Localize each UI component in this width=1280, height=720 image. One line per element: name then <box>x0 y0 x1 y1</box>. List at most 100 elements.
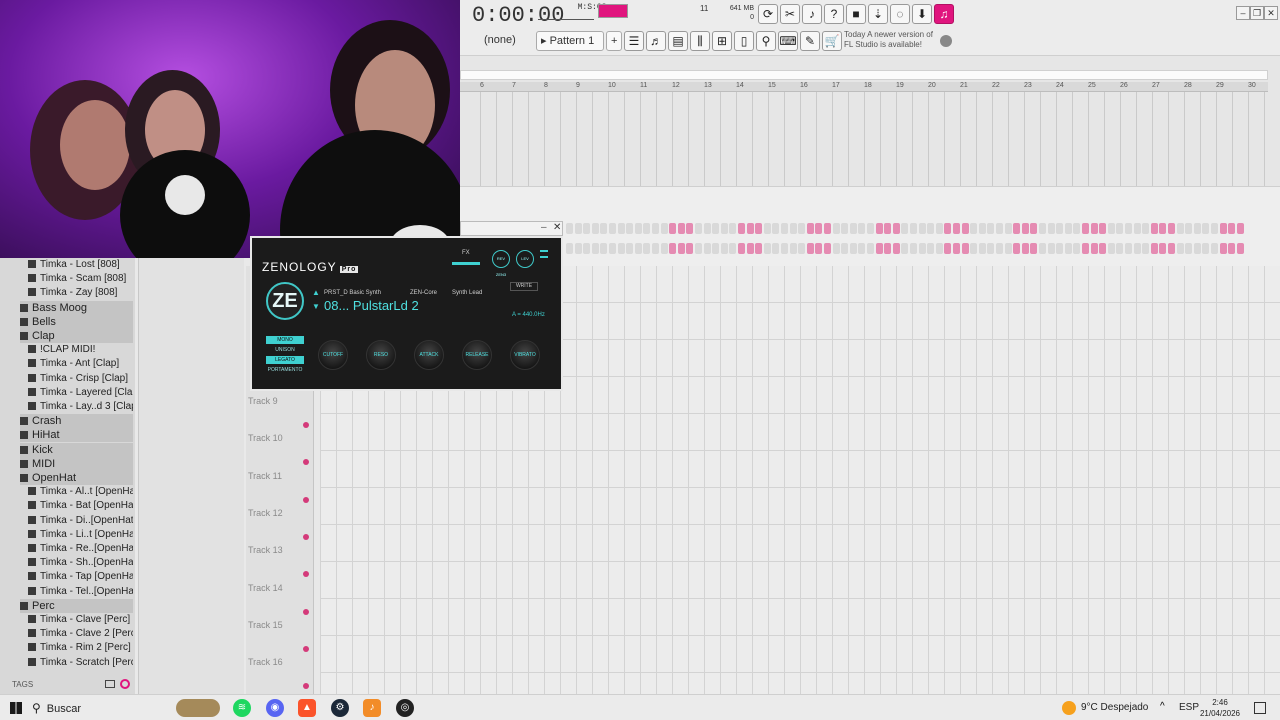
step-button[interactable] <box>772 243 780 254</box>
voice-mode-mono-button[interactable]: MONO <box>266 336 304 344</box>
step-button[interactable] <box>918 223 926 234</box>
step-button[interactable] <box>858 243 866 254</box>
step-button[interactable] <box>1056 223 1064 234</box>
discord-icon[interactable]: ◉ <box>266 699 284 717</box>
menu-icon[interactable] <box>540 250 548 258</box>
browser-file[interactable]: Timka - Tap [OpenHat] <box>28 570 133 584</box>
channel-selector[interactable]: (none) <box>480 31 520 51</box>
chat-icon[interactable]: ◌ <box>890 4 910 24</box>
track-mute-dot[interactable] <box>303 496 309 503</box>
add-pattern-button[interactable]: + <box>606 31 623 51</box>
step-button[interactable] <box>609 243 616 254</box>
step-button[interactable] <box>901 223 909 234</box>
step-button[interactable] <box>824 243 831 254</box>
step-button[interactable] <box>824 223 831 234</box>
step-button[interactable] <box>867 223 874 234</box>
step-button[interactable] <box>1236 243 1244 254</box>
news-panel[interactable]: Today A newer version of FL Studio is av… <box>844 30 954 50</box>
step-button[interactable] <box>686 223 694 234</box>
step-button[interactable] <box>755 223 763 234</box>
step-button[interactable] <box>729 243 737 254</box>
step-button[interactable] <box>583 243 591 254</box>
browser-folder[interactable]: Kick <box>20 442 133 457</box>
browser-file[interactable]: Timka - Re..[OpenHat] <box>28 542 133 556</box>
patch-display[interactable]: 08... PulstarLd 2 <box>324 298 419 313</box>
step-button[interactable] <box>600 243 608 254</box>
step-button[interactable] <box>910 243 917 254</box>
step-button[interactable] <box>720 223 728 234</box>
track-mute-dot[interactable] <box>303 683 309 690</box>
step-button[interactable] <box>574 223 582 234</box>
step-button[interactable] <box>953 243 960 254</box>
step-button[interactable] <box>566 223 573 234</box>
browser-file[interactable]: Timka - Lost [808] <box>28 258 133 272</box>
browser-file[interactable]: Timka - Di..[OpenHat] <box>28 514 133 528</box>
step-button[interactable] <box>686 243 694 254</box>
step-button[interactable] <box>1030 223 1038 234</box>
piano-roll-icon[interactable]: ♬ <box>646 31 666 51</box>
step-button[interactable] <box>1185 243 1193 254</box>
step-button[interactable] <box>660 243 668 254</box>
steam-icon[interactable]: ⚙ <box>331 699 349 717</box>
step-button[interactable] <box>1107 243 1115 254</box>
obs-icon[interactable]: ◎ <box>396 699 414 717</box>
step-button[interactable] <box>677 243 685 254</box>
master-volume-meter[interactable] <box>598 4 628 18</box>
playlist-icon[interactable]: ☰ <box>624 31 644 51</box>
step-button[interactable] <box>1185 223 1193 234</box>
browser-folder[interactable]: Perc <box>20 598 133 613</box>
step-button[interactable] <box>1142 243 1150 254</box>
step-button[interactable] <box>746 223 754 234</box>
step-button[interactable] <box>634 243 642 254</box>
browser-file[interactable]: Timka - Ant [Clap] <box>28 357 133 371</box>
step-button[interactable] <box>815 243 823 254</box>
step-button[interactable] <box>617 223 625 234</box>
step-button[interactable] <box>1168 223 1175 234</box>
step-button[interactable] <box>944 223 952 234</box>
step-button[interactable] <box>1039 243 1046 254</box>
step-button[interactable] <box>1125 223 1132 234</box>
fl-studio-taskbar-icon[interactable]: ♪ <box>363 699 381 717</box>
step-button[interactable] <box>798 243 806 254</box>
notification-icon[interactable] <box>1254 702 1266 714</box>
tray-clock[interactable]: 2:46 21/04/2026 <box>1198 697 1242 719</box>
step-button[interactable] <box>1090 223 1098 234</box>
step-button[interactable] <box>695 223 702 234</box>
fx-slider[interactable] <box>452 262 480 265</box>
step-button[interactable] <box>1168 243 1175 254</box>
language-indicator[interactable]: ESP <box>1179 695 1199 720</box>
step-button[interactable] <box>841 243 849 254</box>
browser-folder[interactable]: OpenHat <box>20 471 133 485</box>
mixer-icon[interactable]: ⫼ <box>690 31 710 51</box>
step-button[interactable] <box>1073 243 1081 254</box>
step-button[interactable] <box>1159 243 1167 254</box>
step-button[interactable] <box>1030 243 1038 254</box>
step-button[interactable] <box>935 223 943 234</box>
patch-up-arrow[interactable]: ▲ <box>312 288 320 297</box>
step-button[interactable] <box>1176 223 1184 234</box>
step-button[interactable] <box>996 243 1003 254</box>
export-icon[interactable]: ⇣ <box>868 4 888 24</box>
step-button[interactable] <box>1021 243 1029 254</box>
step-button[interactable] <box>583 223 591 234</box>
track-mute-dot[interactable] <box>303 608 309 615</box>
step-button[interactable] <box>927 243 935 254</box>
settings-gear-icon[interactable] <box>940 35 952 47</box>
step-button[interactable] <box>763 223 771 234</box>
track-label[interactable]: Track 15 <box>248 620 283 630</box>
track-label[interactable]: Track 16 <box>248 657 283 667</box>
step-button[interactable] <box>1056 243 1064 254</box>
project-info-icon[interactable]: ✎ <box>800 31 820 51</box>
voice-mode-portamento-button[interactable]: PORTAMENTO <box>266 366 304 374</box>
step-button[interactable] <box>634 223 642 234</box>
step-button[interactable] <box>927 223 935 234</box>
step-button[interactable] <box>841 223 849 234</box>
step-button[interactable] <box>918 243 926 254</box>
step-button[interactable] <box>806 223 814 234</box>
step-button[interactable] <box>1159 223 1167 234</box>
browser-folder[interactable]: Clap <box>20 329 133 343</box>
step-button[interactable] <box>849 223 857 234</box>
browser-file[interactable]: Timka - Scratch [Perc] <box>28 656 133 670</box>
browser-file[interactable]: Timka - Lay..d 3 [Clap] <box>28 400 133 414</box>
brave-icon[interactable]: ▲ <box>298 699 316 717</box>
